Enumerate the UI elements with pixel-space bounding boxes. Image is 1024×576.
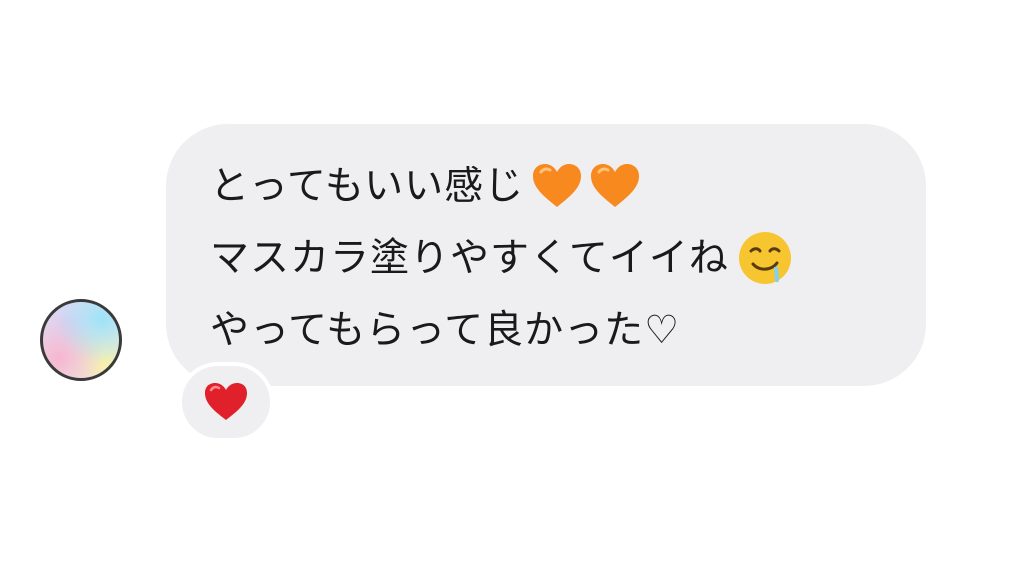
message-text-line-2: マスカラ塗りやすくてイイね	[210, 235, 729, 281]
sender-avatar[interactable]	[40, 299, 122, 381]
red-heart-icon	[205, 383, 247, 420]
message-text-line-3: やってもらって良かった♡	[210, 307, 681, 353]
message-line-1: とってもいい感じ	[210, 150, 896, 222]
orange-heart-icon	[532, 163, 582, 209]
drooling-face-icon	[737, 230, 793, 286]
message-line-2: マスカラ塗りやすくてイイね	[210, 222, 896, 294]
orange-heart-icon	[590, 163, 640, 209]
message-bubble[interactable]: とってもいい感じ マスカラ塗りやすくてイイね やってもらって良かった♡	[166, 124, 926, 386]
message-line-3: やってもらって良かった♡	[210, 294, 896, 366]
reaction-badge[interactable]	[178, 362, 274, 442]
chat-thread: とってもいい感じ マスカラ塗りやすくてイイね やってもらって良かった♡	[0, 0, 1024, 576]
message-text-line-1: とってもいい感じ	[210, 163, 525, 209]
